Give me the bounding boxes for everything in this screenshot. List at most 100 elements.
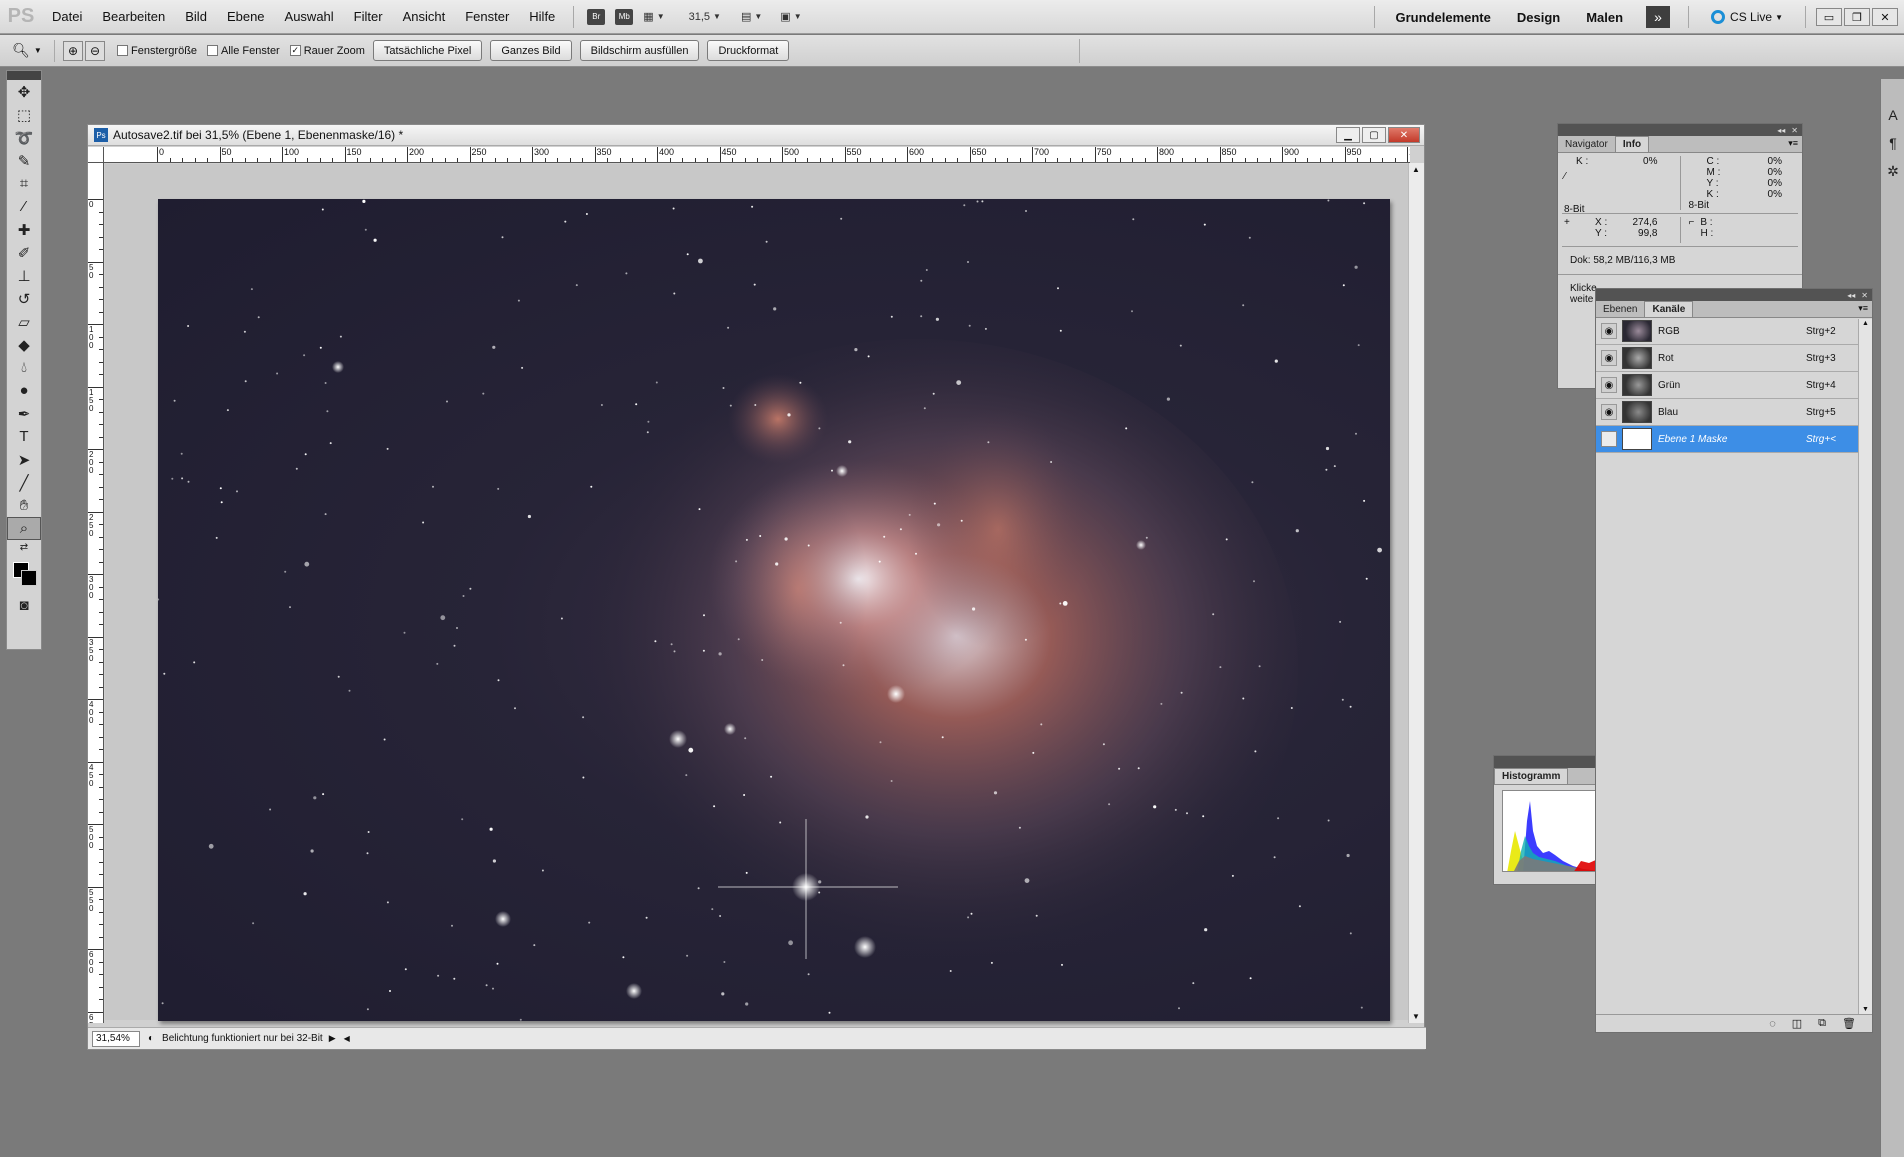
toolbox-grip[interactable] [7, 71, 41, 80]
checkbox-box[interactable] [207, 45, 219, 56]
panel-header[interactable]: ◂◂ ✕ [1558, 124, 1802, 136]
checkbox-box[interactable] [117, 45, 128, 56]
collapse-icon[interactable]: ◂◂ [1847, 291, 1855, 300]
tab-info[interactable]: Info [1614, 136, 1650, 152]
minimize-icon[interactable]: ▁ [1336, 127, 1360, 143]
marquee-tool-icon[interactable]: ⬚ [7, 103, 41, 126]
checkbox-fenstergroesse[interactable]: Fenstergröße [117, 45, 197, 57]
scroll-down-icon[interactable]: ▼ [1862, 1006, 1869, 1013]
channel-row-rot[interactable]: ◉ Rot Strg+3 [1596, 345, 1858, 372]
healing-brush-tool-icon[interactable]: ✚ [7, 218, 41, 241]
swap-colors-icon[interactable]: ⇄ [7, 540, 41, 554]
checkbox-box-checked[interactable]: ✓ [289, 45, 301, 56]
more-workspaces-icon[interactable]: » [1646, 6, 1671, 28]
panel-header[interactable]: ◂◂ ✕ [1596, 289, 1872, 301]
eyedropper-tool-icon[interactable]: ⁄ [7, 195, 41, 218]
brush-tool-icon[interactable]: ✐ [7, 241, 41, 264]
channel-row-ebene-1-maske[interactable]: Ebene 1 Maske Strg+< [1596, 426, 1858, 453]
zoom-level-field[interactable]: 31,54% [92, 1030, 140, 1047]
channel-row-rgb[interactable]: ◉ RGB Strg+2 [1596, 318, 1858, 345]
maximize-icon[interactable]: ▢ [1362, 127, 1386, 143]
clone-stamp-tool-icon[interactable]: ⊥ [7, 264, 41, 287]
vertical-scrollbar[interactable]: ▲ ▼ [1408, 163, 1424, 1023]
fit-screen-button[interactable]: Ganzes Bild [490, 40, 572, 61]
vertical-ruler[interactable]: 0 5 0 1 0 0 1 5 0 2 0 0 2 5 0 3 0 0 3 5 0 4 0 0 4… [88, 163, 104, 1023]
document-titlebar[interactable]: Ps Autosave2.tif bei 31,5% (Ebene 1, Ebe… [88, 125, 1424, 146]
panel-header[interactable] [1494, 756, 1595, 768]
scroll-left-icon[interactable]: ◀ [344, 1034, 350, 1043]
pen-tool-icon[interactable]: ✒ [7, 402, 41, 425]
scroll-up-icon[interactable]: ▲ [1412, 165, 1420, 174]
mini-bridge-button[interactable]: Mb [614, 7, 634, 27]
close-icon[interactable]: ✕ [1861, 291, 1868, 300]
checkbox-rauer-zoom[interactable]: ✓ Rauer Zoom [289, 45, 365, 57]
restore-icon[interactable]: ❐ [1844, 8, 1870, 26]
dodge-tool-icon[interactable]: ● [7, 379, 41, 402]
zoom-level-dropdown[interactable]: 31,5 ▼ [688, 7, 722, 27]
workspace-grundelemente[interactable]: Grundelemente [1383, 10, 1504, 25]
eye-icon[interactable]: ◉ [1601, 404, 1617, 420]
arrange-documents-button[interactable]: ▤ ▼ [740, 7, 763, 27]
bridge-button[interactable]: Br [586, 7, 606, 27]
close-icon[interactable]: ✕ [1872, 8, 1898, 26]
collapse-icon[interactable]: ◂◂ [1777, 126, 1785, 135]
paint-bucket-tool-icon[interactable]: ◆ [7, 333, 41, 356]
menu-ebene[interactable]: Ebene [217, 9, 275, 24]
tab-ebenen[interactable]: Ebenen [1596, 302, 1644, 317]
actual-pixels-button[interactable]: Tatsächliche Pixel [372, 40, 483, 61]
menu-bearbeiten[interactable]: Bearbeiten [92, 9, 175, 24]
close-icon[interactable]: ✕ [1388, 127, 1420, 143]
fill-screen-button[interactable]: Bildschirm ausfüllen [579, 40, 700, 61]
clone-source-panel-icon[interactable]: ✲ [1881, 157, 1904, 185]
menu-hilfe[interactable]: Hilfe [519, 9, 565, 24]
eyedropper-icon[interactable]: ⁄ [1564, 171, 1672, 182]
workspace-malen[interactable]: Malen [1573, 10, 1636, 25]
zoom-out-button[interactable]: ⊖ [85, 40, 105, 61]
zoom-in-button[interactable]: ⊕ [63, 40, 83, 61]
history-brush-tool-icon[interactable]: ↺ [7, 287, 41, 310]
path-selection-tool-icon[interactable]: ➤ [7, 448, 41, 471]
checkbox-alle-fenster[interactable]: Alle Fenster [207, 45, 280, 57]
screen-mode-button[interactable]: ▣ ▼ [779, 7, 802, 27]
print-size-button[interactable]: Druckformat [707, 40, 790, 61]
view-extras-button[interactable]: ▦ ▼ [642, 7, 665, 27]
status-info-icon[interactable]: ◐ [148, 1033, 154, 1044]
visibility-toggle-empty[interactable] [1601, 431, 1617, 447]
eye-icon[interactable]: ◉ [1601, 377, 1617, 393]
tab-navigator[interactable]: Navigator [1558, 137, 1615, 152]
load-selection-icon[interactable]: ◌ [1769, 1018, 1776, 1030]
menu-datei[interactable]: Datei [42, 9, 92, 24]
menu-fenster[interactable]: Fenster [455, 9, 519, 24]
tab-histogramm[interactable]: Histogramm [1494, 768, 1569, 784]
ruler-origin[interactable] [88, 147, 104, 163]
status-menu-arrow-icon[interactable]: ▶ [329, 1033, 336, 1044]
menu-auswahl[interactable]: Auswahl [275, 9, 344, 24]
workspace-design[interactable]: Design [1504, 10, 1573, 25]
channel-row-gruen[interactable]: ◉ Grün Strg+4 [1596, 372, 1858, 399]
menu-ansicht[interactable]: Ansicht [393, 9, 456, 24]
eraser-tool-icon[interactable]: ▱ [7, 310, 41, 333]
panel-menu-icon[interactable]: ▾≡ [1788, 138, 1798, 149]
type-tool-icon[interactable]: T [7, 425, 41, 448]
lasso-tool-icon[interactable]: ➰ [7, 126, 41, 149]
scroll-up-icon[interactable]: ▲ [1862, 320, 1869, 327]
character-panel-icon[interactable]: A [1881, 101, 1904, 129]
image-canvas[interactable] [158, 199, 1390, 1021]
eye-icon[interactable]: ◉ [1601, 350, 1617, 366]
hand-tool-icon[interactable]: ✋︎ [7, 494, 41, 517]
tool-preset-picker[interactable]: 🔍︎ ▼ [0, 42, 54, 59]
zoom-tool-icon[interactable]: ⌕ [7, 517, 41, 540]
menu-bild[interactable]: Bild [175, 9, 217, 24]
paragraph-panel-icon[interactable]: ¶ [1881, 129, 1904, 157]
channel-row-blau[interactable]: ◉ Blau Strg+5 [1596, 399, 1858, 426]
tab-kanaele[interactable]: Kanäle [1644, 301, 1694, 317]
close-icon[interactable]: ✕ [1791, 126, 1798, 135]
menu-filter[interactable]: Filter [344, 9, 393, 24]
crop-tool-icon[interactable]: ⌗ [7, 172, 41, 195]
horizontal-ruler[interactable]: 0 50 100 150 200 250 300 350 400 450 500 550 600 650 7… [104, 147, 1410, 163]
quick-mask-icon[interactable]: ◙ [7, 594, 41, 617]
canvas-area[interactable] [105, 164, 1409, 1021]
panel-menu-icon[interactable]: ▾≡ [1858, 303, 1868, 314]
quick-selection-tool-icon[interactable]: ✎ [7, 149, 41, 172]
move-tool-icon[interactable]: ✥ [7, 80, 41, 103]
